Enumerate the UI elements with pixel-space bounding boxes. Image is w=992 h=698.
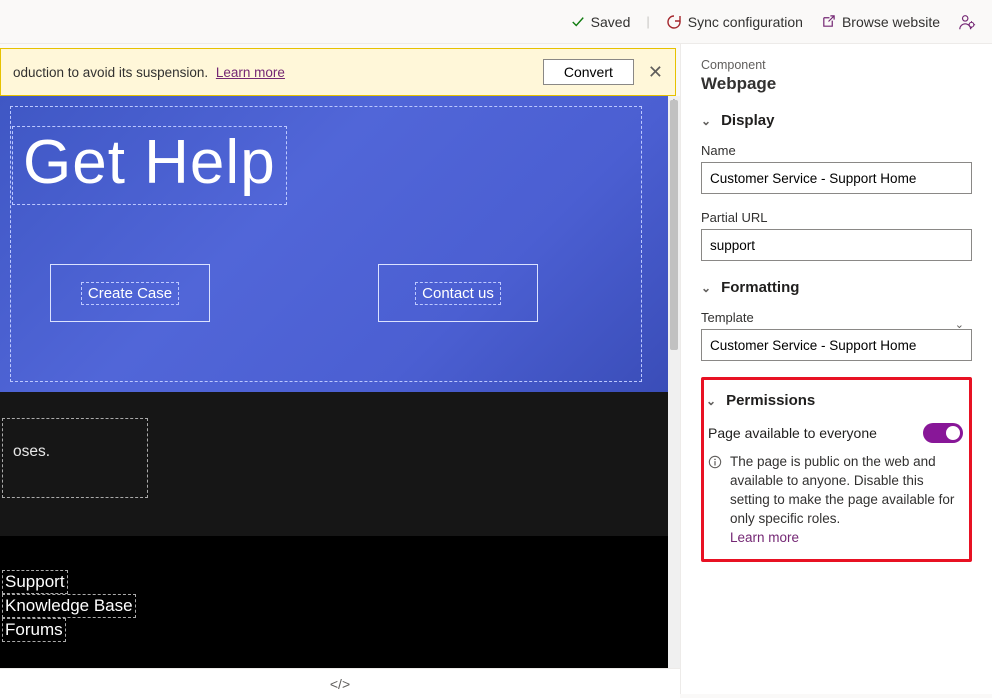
field-template: Template ⌄ — [701, 310, 972, 361]
section-formatting[interactable]: ⌄ Formatting — [701, 279, 972, 296]
permissions-info: The page is public on the web and availa… — [706, 453, 965, 547]
vertical-scrollbar[interactable]: ▲ — [668, 96, 680, 668]
code-view-icon[interactable]: </> — [330, 676, 350, 692]
canvas-column: oduction to avoid its suspension. Learn … — [0, 44, 680, 694]
info-editable-region[interactable]: oses. — [2, 418, 148, 498]
convert-button[interactable]: Convert — [543, 59, 634, 85]
create-case-button[interactable]: Create Case — [50, 264, 210, 322]
info-section[interactable]: oses. — [0, 392, 668, 536]
chevron-down-icon: ⌄ — [701, 281, 711, 295]
browse-label: Browse website — [842, 14, 940, 30]
component-label: Component — [701, 58, 972, 72]
footer-section[interactable]: Support Knowledge Base Forums — [0, 536, 668, 668]
permissions-info-text: The page is public on the web and availa… — [730, 454, 954, 526]
create-case-button-label: Create Case — [81, 282, 179, 305]
toggle-knob — [946, 426, 960, 440]
chevron-down-icon: ⌄ — [706, 394, 716, 408]
section-display-label: Display — [721, 112, 774, 129]
template-label: Template — [701, 310, 972, 325]
check-icon — [571, 15, 585, 29]
partial-url-label: Partial URL — [701, 210, 972, 225]
section-display[interactable]: ⌄ Display — [701, 112, 972, 129]
footer-link-forums[interactable]: Forums — [2, 618, 66, 642]
section-permissions[interactable]: ⌄ Permissions — [706, 392, 965, 409]
sync-icon — [666, 14, 682, 30]
footer-links[interactable]: Support Knowledge Base Forums — [2, 570, 136, 642]
page-available-toggle[interactable] — [923, 423, 963, 443]
chevron-down-icon: ⌄ — [701, 114, 711, 128]
trial-notice-bar: oduction to avoid its suspension. Learn … — [0, 48, 676, 96]
section-permissions-label: Permissions — [726, 392, 815, 409]
info-text: oses. — [13, 443, 137, 461]
permissions-learn-more-link[interactable]: Learn more — [730, 530, 799, 545]
close-icon[interactable]: ✕ — [648, 63, 663, 81]
page-canvas[interactable]: Get Help Create Case Contact us oses. — [0, 96, 680, 694]
partial-url-input[interactable] — [701, 229, 972, 261]
saved-status: Saved — [571, 14, 631, 30]
footer-link-knowledge-base[interactable]: Knowledge Base — [2, 594, 136, 618]
separator: | — [646, 14, 649, 29]
info-icon — [708, 455, 722, 469]
field-partial-url: Partial URL — [701, 210, 972, 261]
section-formatting-label: Formatting — [721, 279, 799, 296]
properties-panel: Component Webpage ⌄ Display Name Partial… — [680, 44, 992, 694]
name-input[interactable] — [701, 162, 972, 194]
name-label: Name — [701, 143, 972, 158]
sync-configuration-button[interactable]: Sync configuration — [666, 14, 803, 30]
hero-section[interactable]: Get Help Create Case Contact us — [0, 96, 668, 392]
template-select[interactable] — [701, 329, 972, 361]
permissions-highlight: ⌄ Permissions Page available to everyone… — [701, 377, 972, 562]
browse-website-button[interactable]: Browse website — [821, 14, 940, 30]
persona-settings-icon[interactable] — [958, 13, 976, 31]
notice-text: oduction to avoid its suspension. — [13, 65, 208, 80]
field-name: Name — [701, 143, 972, 194]
component-name: Webpage — [701, 74, 972, 94]
contact-us-button[interactable]: Contact us — [378, 264, 538, 322]
contact-us-button-label: Contact us — [415, 282, 501, 305]
notice-learn-more-link[interactable]: Learn more — [216, 65, 285, 80]
sync-label: Sync configuration — [688, 14, 803, 30]
saved-label: Saved — [591, 14, 631, 30]
hero-title-text[interactable]: Get Help — [12, 126, 287, 205]
vertical-scroll-thumb[interactable] — [670, 100, 678, 350]
page-available-label: Page available to everyone — [708, 425, 877, 441]
command-bar: Saved | Sync configuration Browse websit… — [0, 0, 992, 44]
open-external-icon — [821, 14, 836, 29]
hero-title[interactable]: Get Help — [12, 126, 287, 205]
footer-link-support[interactable]: Support — [2, 570, 68, 594]
